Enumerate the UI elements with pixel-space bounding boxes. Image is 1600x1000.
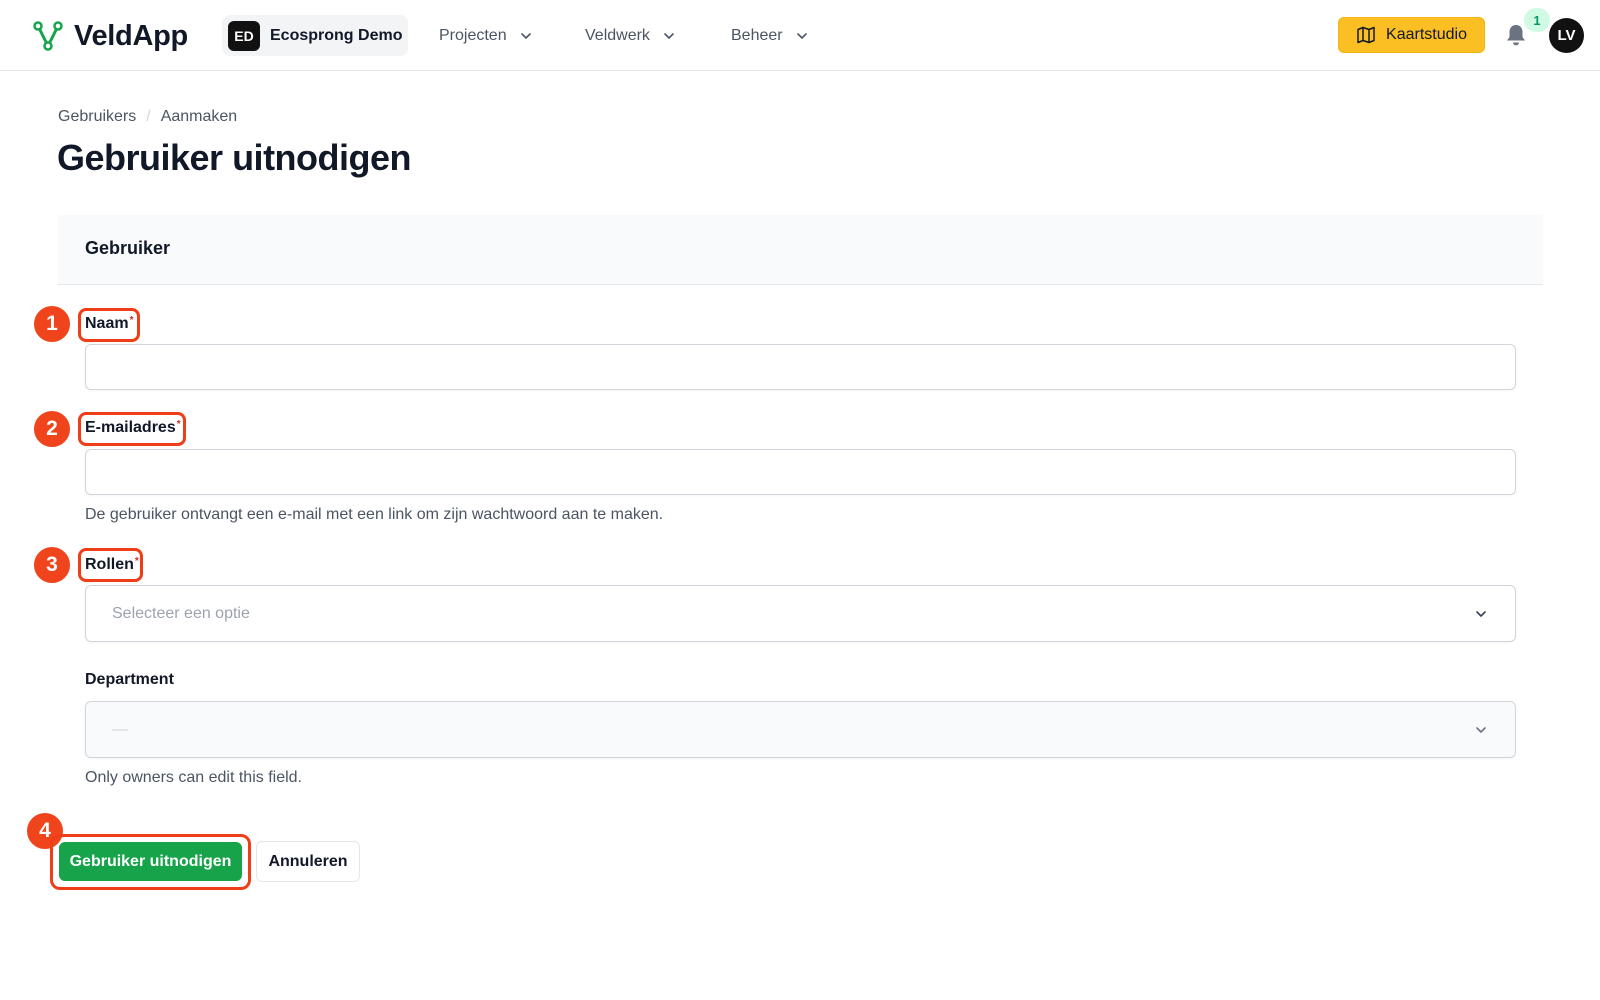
nav-veldwerk[interactable]: Veldwerk <box>585 24 676 48</box>
app-logo[interactable]: VeldApp <box>32 18 188 54</box>
name-label-text: Naam <box>85 315 129 332</box>
required-mark: * <box>129 315 134 326</box>
breadcrumb: Gebruikers / Aanmaken <box>58 108 237 126</box>
breadcrumb-separator: / <box>146 108 151 125</box>
department-select: — <box>85 701 1516 758</box>
department-value: — <box>112 720 128 738</box>
nav-label: Projecten <box>439 27 507 44</box>
step-marker-1: 1 <box>32 304 72 344</box>
department-help-text: Only owners can edit this field. <box>85 769 302 786</box>
app-name: VeldApp <box>74 19 188 52</box>
workspace-name: Ecosprong Demo <box>270 26 403 44</box>
bell-icon[interactable] <box>1505 23 1527 47</box>
nav-label: Beheer <box>731 27 783 44</box>
nav-projecten[interactable]: Projecten <box>439 24 533 48</box>
top-navigation: VeldApp ED Ecosprong Demo Projecten Veld… <box>0 0 1600 71</box>
workspace-switcher[interactable]: ED Ecosprong Demo <box>222 15 408 56</box>
chevron-down-icon <box>520 33 531 40</box>
map-icon <box>1357 26 1375 44</box>
notification-badge: 1 <box>1524 8 1550 32</box>
roles-select[interactable]: Selecteer een optie <box>85 585 1516 642</box>
section-header: Gebruiker <box>58 215 1543 285</box>
nav-label: Veldwerk <box>585 27 650 44</box>
roles-label-text: Rollen <box>85 556 134 573</box>
department-label: Department <box>85 671 174 688</box>
name-label: Naam* <box>85 315 133 333</box>
required-mark: * <box>134 556 139 567</box>
workspace-badge: ED <box>228 20 260 51</box>
page-title: Gebruiker uitnodigen <box>57 137 412 178</box>
branch-logo-icon <box>33 21 63 51</box>
name-input[interactable] <box>85 344 1516 390</box>
chevron-down-icon <box>664 33 674 40</box>
invite-user-button[interactable]: Gebruiker uitnodigen <box>59 842 242 881</box>
breadcrumb-current: Aanmaken <box>160 108 238 125</box>
chevron-down-icon <box>1476 610 1486 617</box>
email-label: E-mailadres* <box>85 419 181 437</box>
breadcrumb-parent[interactable]: Gebruikers <box>58 108 136 126</box>
user-avatar[interactable]: LV <box>1549 18 1584 53</box>
roles-placeholder: Selecteer een optie <box>112 604 250 622</box>
email-label-text: E-mailadres <box>85 419 176 436</box>
chevron-down-icon <box>1476 726 1486 733</box>
section-title: Gebruiker <box>85 238 171 258</box>
kaartstudio-button[interactable]: Kaartstudio <box>1338 17 1485 53</box>
required-mark: * <box>176 419 181 430</box>
nav-beheer[interactable]: Beheer <box>731 24 809 48</box>
step-marker-2: 2 <box>32 409 72 449</box>
roles-label: Rollen* <box>85 556 139 574</box>
email-input[interactable] <box>85 449 1516 495</box>
cancel-button[interactable]: Annuleren <box>256 841 360 882</box>
chevron-down-icon <box>796 33 807 40</box>
kaartstudio-label: Kaartstudio <box>1386 26 1467 43</box>
step-marker-3: 3 <box>32 545 72 585</box>
email-help-text: De gebruiker ontvangt een e-mail met een… <box>85 506 664 523</box>
